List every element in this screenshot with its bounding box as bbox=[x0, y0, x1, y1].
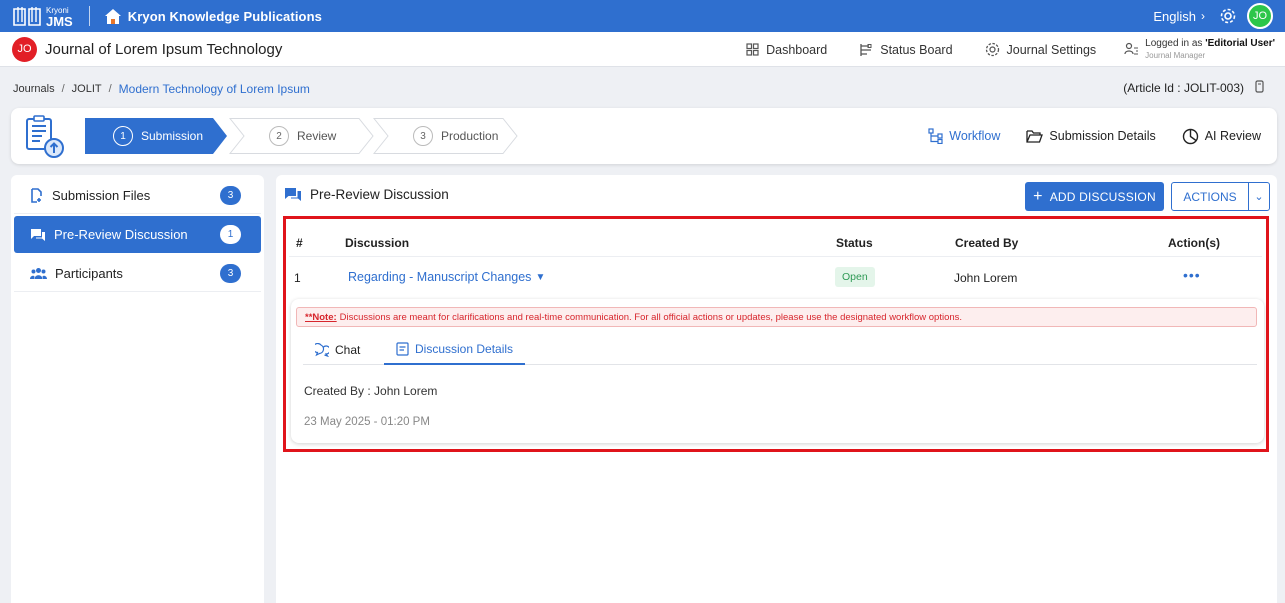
add-discussion-label: ADD DISCUSSION bbox=[1049, 189, 1156, 204]
copy-icon[interactable] bbox=[1254, 80, 1265, 96]
login-prefix: Logged in as bbox=[1145, 37, 1206, 49]
sidebar-item-label: Pre-Review Discussion bbox=[54, 227, 188, 242]
sidebar-item-label: Submission Files bbox=[52, 187, 151, 203]
step-review[interactable]: 2 Review bbox=[229, 118, 387, 154]
nav-dashboard-label: Dashboard bbox=[766, 42, 828, 57]
actions-label: ACTIONS bbox=[1183, 189, 1237, 204]
language-label: English bbox=[1153, 8, 1196, 24]
users-icon bbox=[30, 267, 47, 279]
nav-status-board[interactable]: Status Board bbox=[859, 42, 953, 57]
sidebar-item-participants[interactable]: Participants 3 bbox=[14, 255, 261, 292]
login-role: Journal Manager bbox=[1145, 50, 1206, 60]
step-submission[interactable]: 1 Submission bbox=[85, 118, 243, 154]
settings-icon bbox=[985, 42, 999, 57]
breadcrumb-separator: / bbox=[108, 83, 112, 95]
count-badge: 3 bbox=[220, 186, 241, 205]
pie-chart-icon bbox=[1182, 128, 1198, 144]
submission-details-button[interactable]: Submission Details bbox=[1026, 129, 1156, 143]
submission-details-label: Submission Details bbox=[1049, 129, 1156, 143]
add-discussion-button[interactable]: + ADD DISCUSSION bbox=[1025, 182, 1164, 211]
app-logo[interactable]: Kryoni JMS bbox=[0, 0, 73, 32]
language-selector[interactable]: English › bbox=[1153, 9, 1205, 24]
top-bar: Kryoni JMS Kryon Knowledge Publications … bbox=[0, 0, 1285, 32]
header-divider bbox=[88, 6, 90, 26]
count-badge: 1 bbox=[220, 225, 241, 244]
journal-title[interactable]: Journal of Lorem Ipsum Technology bbox=[45, 41, 282, 58]
sidebar-item-pre-review-discussion[interactable]: Pre-Review Discussion 1 bbox=[14, 216, 261, 253]
workflow-button[interactable]: Workflow bbox=[928, 128, 1000, 144]
login-info[interactable]: Logged in as 'Editorial User' Journal Ma… bbox=[1124, 38, 1275, 62]
sidebar: Submission Files 3 Pre-Review Discussion… bbox=[11, 175, 264, 603]
login-user: 'Editorial User' bbox=[1205, 37, 1275, 49]
journal-bar: JO Journal of Lorem Ipsum Technology Das… bbox=[0, 32, 1285, 67]
step-label: Production bbox=[441, 129, 499, 143]
workflow-icon bbox=[928, 128, 943, 144]
step-number: 2 bbox=[269, 126, 289, 146]
nav-status-board-label: Status Board bbox=[880, 42, 953, 57]
chevron-right-icon: › bbox=[1201, 9, 1205, 23]
step-number: 3 bbox=[413, 126, 433, 146]
breadcrumb-current: Modern Technology of Lorem Ipsum bbox=[118, 82, 310, 96]
logo-big-text: JMS bbox=[46, 14, 73, 29]
page-title: Pre-Review Discussion bbox=[284, 187, 449, 202]
workflow-label: Workflow bbox=[949, 129, 1001, 143]
count-badge: 3 bbox=[220, 264, 241, 283]
sidebar-item-submission-files[interactable]: Submission Files 3 bbox=[14, 177, 261, 214]
chat-icon bbox=[285, 188, 301, 201]
nav-journal-settings[interactable]: Journal Settings bbox=[985, 42, 1097, 57]
journal-badge: JO bbox=[12, 36, 37, 62]
user-switch-icon bbox=[1124, 42, 1139, 55]
breadcrumb-journals[interactable]: Journals bbox=[13, 83, 55, 95]
publisher-name[interactable]: Kryon Knowledge Publications bbox=[128, 9, 322, 24]
step-label: Submission bbox=[141, 129, 204, 143]
article-id: (Article Id : JOLIT-003) bbox=[1123, 80, 1265, 96]
gear-icon[interactable] bbox=[1219, 7, 1237, 25]
actions-dropdown[interactable]: ACTIONS ⌄ bbox=[1171, 182, 1270, 211]
chat-icon bbox=[31, 228, 45, 241]
ai-review-button[interactable]: AI Review bbox=[1182, 128, 1261, 145]
user-avatar[interactable]: JO bbox=[1247, 3, 1273, 29]
breadcrumb-separator: / bbox=[61, 83, 65, 95]
step-number: 1 bbox=[113, 126, 133, 146]
article-id-text: (Article Id : JOLIT-003) bbox=[1123, 81, 1244, 95]
book-logo-icon bbox=[12, 5, 42, 27]
page-title-text: Pre-Review Discussion bbox=[310, 187, 449, 202]
document-upload-icon bbox=[24, 115, 66, 159]
breadcrumb-jolit[interactable]: JOLIT bbox=[72, 83, 102, 95]
home-icon[interactable] bbox=[104, 7, 122, 25]
step-label: Review bbox=[297, 129, 337, 143]
sidebar-item-label: Participants bbox=[55, 265, 123, 281]
plus-icon: + bbox=[1033, 187, 1043, 205]
nav-dashboard[interactable]: Dashboard bbox=[746, 43, 827, 57]
workflow-steps: 1 Submission 2 Review 3 Production bbox=[85, 118, 531, 154]
step-production[interactable]: 3 Production bbox=[373, 118, 531, 154]
ai-review-label: AI Review bbox=[1204, 129, 1261, 143]
status-board-icon bbox=[860, 43, 872, 56]
grid-icon bbox=[746, 43, 759, 56]
workflow-card: 1 Submission 2 Review 3 Production Workf… bbox=[11, 108, 1277, 164]
folder-icon bbox=[1026, 130, 1044, 143]
main-header: Pre-Review Discussion + ADD DISCUSSION A… bbox=[276, 175, 1277, 215]
chevron-down-icon[interactable]: ⌄ bbox=[1249, 190, 1269, 203]
file-icon bbox=[31, 187, 42, 203]
nav-journal-settings-label: Journal Settings bbox=[1006, 42, 1097, 57]
highlight-box bbox=[283, 216, 1269, 452]
breadcrumb: Journals / JOLIT / Modern Technology of … bbox=[13, 82, 310, 96]
